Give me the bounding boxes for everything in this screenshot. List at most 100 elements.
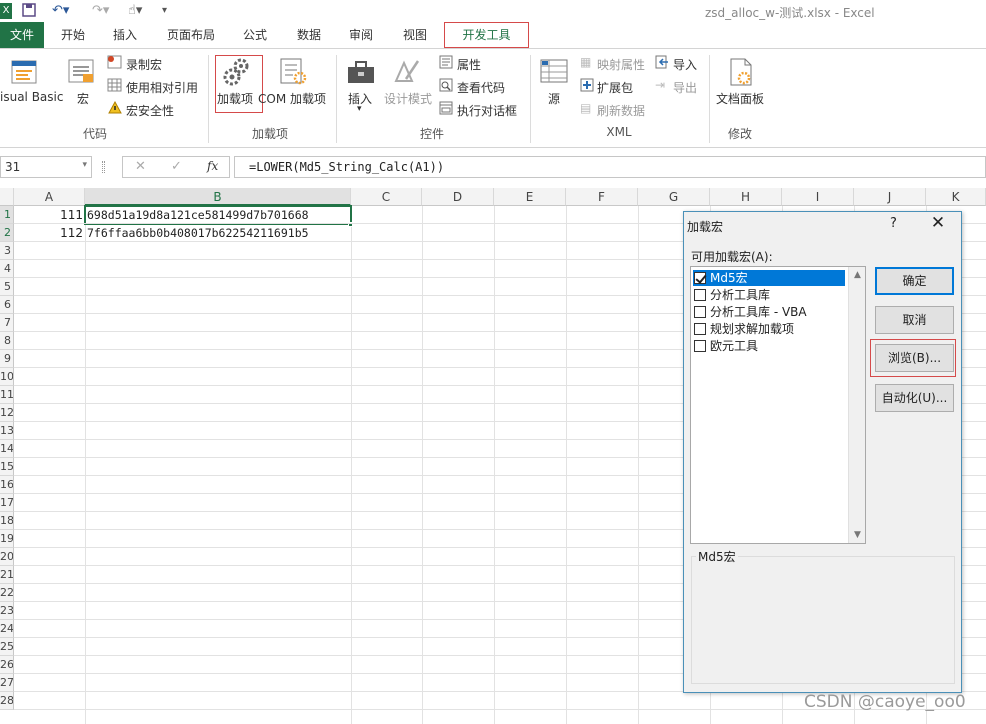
ok-button[interactable]: 确定	[875, 267, 954, 295]
row-header[interactable]: 21	[0, 566, 14, 584]
customize-qat-icon[interactable]: ▾	[162, 3, 167, 19]
name-box[interactable]: 31 ▾	[0, 156, 92, 178]
addin-item-analysis-toolpak[interactable]: 分析工具库	[693, 287, 845, 303]
macro-security-button[interactable]: 宏安全性	[126, 102, 174, 119]
row-header[interactable]: 19	[0, 530, 14, 548]
cancel-icon[interactable]: ✕	[135, 159, 146, 174]
tab-developer[interactable]: 开发工具	[444, 22, 529, 48]
run-dialog-button[interactable]: 执行对话框	[457, 102, 517, 119]
tab-formulas[interactable]: 公式	[234, 22, 276, 48]
chevron-down-icon[interactable]: ▾	[82, 160, 87, 170]
row-header[interactable]: 28	[0, 692, 14, 710]
select-all-corner[interactable]	[0, 188, 14, 206]
row-header[interactable]: 16	[0, 476, 14, 494]
row-header[interactable]: 18	[0, 512, 14, 530]
row-header[interactable]: 15	[0, 458, 14, 476]
column-header-i[interactable]: I	[782, 188, 854, 206]
tab-review[interactable]: 审阅	[340, 22, 382, 48]
browse-button[interactable]: 浏览(B)...	[875, 344, 954, 372]
row-header[interactable]: 8	[0, 332, 14, 350]
addin-item-euro-tools[interactable]: 欧元工具	[693, 338, 845, 354]
cancel-button[interactable]: 取消	[875, 306, 954, 334]
column-header-b[interactable]: B	[85, 188, 351, 206]
checkbox-checked-icon[interactable]	[694, 272, 706, 284]
insert-function-icon[interactable]: fx	[207, 159, 218, 173]
row-header[interactable]: 4	[0, 260, 14, 278]
document-panel-button[interactable]: 文档面板	[716, 90, 764, 107]
row-header[interactable]: 13	[0, 422, 14, 440]
checkbox-icon[interactable]	[694, 306, 706, 318]
row-header[interactable]: 1	[0, 206, 14, 224]
touch-mode-icon[interactable]: ☝▾	[128, 3, 142, 19]
tab-data[interactable]: 数据	[288, 22, 330, 48]
row-header[interactable]: 12	[0, 404, 14, 422]
refresh-data-button[interactable]: 刷新数据	[597, 102, 645, 119]
checkbox-icon[interactable]	[694, 323, 706, 335]
column-header-j[interactable]: J	[854, 188, 926, 206]
record-macro-button[interactable]: 录制宏	[126, 56, 162, 73]
column-header-h[interactable]: H	[710, 188, 782, 206]
addin-item-solver[interactable]: 规划求解加载项	[693, 321, 845, 337]
import-button[interactable]: 导入	[673, 56, 697, 73]
save-icon[interactable]	[22, 3, 36, 19]
cell-a2[interactable]: 112	[14, 224, 83, 242]
column-header-f[interactable]: F	[566, 188, 638, 206]
export-button[interactable]: 导出	[673, 79, 697, 96]
row-header[interactable]: 5	[0, 278, 14, 296]
row-header[interactable]: 14	[0, 440, 14, 458]
addins-listbox[interactable]: Md5宏 分析工具库 分析工具库 - VBA 规划求解加载项 欧元工具 ▲ ▼	[690, 266, 866, 544]
row-header[interactable]: 26	[0, 656, 14, 674]
addins-button[interactable]: 加载项	[217, 90, 253, 107]
map-properties-button[interactable]: 映射属性	[597, 56, 645, 73]
column-header-c[interactable]: C	[351, 188, 422, 206]
row-header[interactable]: 7	[0, 314, 14, 332]
com-addins-button[interactable]: COM 加载项	[258, 90, 326, 107]
tab-insert[interactable]: 插入	[104, 22, 146, 48]
checkbox-icon[interactable]	[694, 340, 706, 352]
tab-page-layout[interactable]: 页面布局	[160, 22, 222, 48]
checkbox-icon[interactable]	[694, 289, 706, 301]
expansion-packs-button[interactable]: 扩展包	[597, 79, 633, 96]
tab-home[interactable]: 开始	[52, 22, 94, 48]
scroll-up-icon[interactable]: ▲	[849, 267, 866, 283]
row-header[interactable]: 24	[0, 620, 14, 638]
properties-button[interactable]: 属性	[457, 56, 481, 73]
row-header[interactable]: 6	[0, 296, 14, 314]
row-header[interactable]: 23	[0, 602, 14, 620]
tab-view[interactable]: 视图	[394, 22, 436, 48]
enter-icon[interactable]: ✓	[171, 159, 182, 174]
row-header[interactable]: 20	[0, 548, 14, 566]
row-header[interactable]: 11	[0, 386, 14, 404]
relative-refs-button[interactable]: 使用相对引用	[126, 79, 198, 96]
cell-b2[interactable]: 7f6ffaa6bb0b408017b62254211691b5	[85, 224, 351, 242]
row-header[interactable]: 9	[0, 350, 14, 368]
xml-source-button[interactable]: 源	[548, 90, 560, 107]
row-header[interactable]: 10	[0, 368, 14, 386]
tab-file[interactable]: 文件	[0, 22, 44, 48]
row-header[interactable]: 27	[0, 674, 14, 692]
visual-basic-button[interactable]: isual Basic	[0, 90, 63, 104]
macros-button[interactable]: 宏	[77, 90, 89, 107]
row-header[interactable]: 17	[0, 494, 14, 512]
formula-input[interactable]: =LOWER(Md5_String_Calc(A1))	[234, 156, 986, 178]
design-mode-button[interactable]: 设计模式	[384, 90, 432, 107]
column-header-g[interactable]: G	[638, 188, 710, 206]
column-header-k[interactable]: K	[926, 188, 986, 206]
listbox-scrollbar[interactable]: ▲ ▼	[848, 267, 865, 543]
view-code-button[interactable]: 查看代码	[457, 79, 505, 96]
row-header[interactable]: 25	[0, 638, 14, 656]
row-header[interactable]: 22	[0, 584, 14, 602]
column-header-d[interactable]: D	[422, 188, 494, 206]
redo-icon[interactable]: ↷▾	[92, 3, 109, 19]
addin-item-analysis-toolpak-vba[interactable]: 分析工具库 - VBA	[693, 304, 845, 320]
help-icon[interactable]: ?	[890, 216, 897, 231]
row-header[interactable]: 3	[0, 242, 14, 260]
cell-a1[interactable]: 111	[14, 206, 83, 224]
addin-item-md5[interactable]: Md5宏	[693, 270, 845, 286]
undo-icon[interactable]: ↶▾	[52, 3, 69, 19]
close-icon[interactable]: ✕	[928, 213, 948, 233]
column-header-e[interactable]: E	[494, 188, 566, 206]
scroll-down-icon[interactable]: ▼	[849, 527, 866, 543]
formula-bar-grip[interactable]	[102, 161, 105, 173]
column-header-a[interactable]: A	[14, 188, 85, 206]
